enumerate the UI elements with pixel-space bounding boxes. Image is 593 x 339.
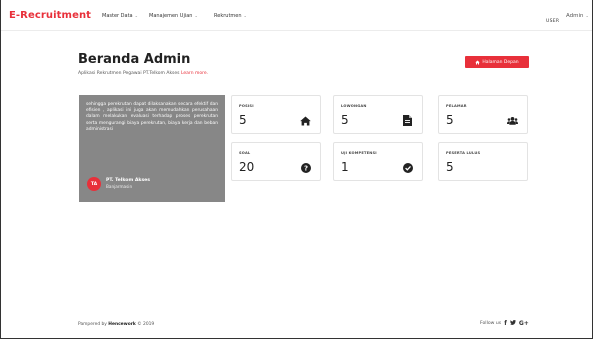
stat-value: 1	[341, 160, 349, 174]
halaman-depan-button[interactable]: Halaman Depan	[465, 56, 529, 68]
info-card-text: sehingga perekrutan dapat dilaksanakan s…	[86, 102, 218, 132]
facebook-icon[interactable]: f	[504, 320, 507, 327]
nav-manajemen-ujian-label: Manajemen Ujian	[149, 13, 193, 19]
home-icon	[475, 60, 481, 64]
document-icon	[402, 115, 413, 126]
page-subtitle-text: Aplikasi Rekrutmen Pegawai PT.Telkom Aks…	[78, 71, 180, 76]
check-circle-icon	[402, 162, 413, 173]
learn-more-link[interactable]: Learn more.	[181, 71, 208, 76]
chevron-down-icon: ⌄	[243, 13, 247, 18]
top-navbar: E-Recruitment Master Data ⌄ Manajemen Uji…	[1, 1, 592, 31]
footer-author-link[interactable]: Hencework	[108, 322, 136, 327]
footer-social: Follow us f G+	[480, 320, 529, 327]
home-icon	[300, 115, 311, 126]
halaman-depan-label: Halaman Depan	[482, 59, 519, 65]
nav-rekrutmen-label: Rekrutmen	[214, 13, 242, 19]
stat-card-pelamar[interactable]: PELAMAR 5	[438, 95, 528, 134]
follow-us-label: Follow us	[480, 321, 502, 326]
user-menu-label: Admin	[566, 13, 584, 19]
stat-label: POSISI	[239, 104, 254, 108]
nav-master-data-label: Master Data	[102, 13, 133, 19]
stat-label: SOAL	[239, 151, 251, 155]
footer-copyright: © 2019	[137, 322, 155, 327]
stat-value: 5	[239, 113, 247, 127]
users-icon	[507, 115, 518, 126]
stat-label: UJI KOMPETENSI	[341, 151, 377, 155]
stat-card-posisi[interactable]: POSISI 5	[231, 95, 321, 134]
stat-label: PESERTA LULUS	[446, 151, 481, 155]
svg-text:?: ?	[303, 164, 307, 172]
stat-label: LOWONGAN	[341, 104, 367, 108]
page-subtitle: Aplikasi Rekrutmen Pegawai PT.Telkom Aks…	[78, 71, 208, 76]
stat-label: PELAMAR	[446, 104, 467, 108]
nav-rekrutmen[interactable]: Rekrutmen ⌄	[214, 13, 247, 19]
brand-logo[interactable]: E-Recruitment	[9, 10, 91, 21]
stat-card-uji-kompetensi[interactable]: UJI KOMPETENSI 1	[333, 142, 423, 181]
user-role-label: USER	[546, 19, 560, 24]
info-card: sehingga perekrutan dapat dilaksanakan s…	[79, 95, 225, 202]
avatar: TA	[87, 177, 101, 191]
chevron-down-icon: ⌄	[194, 13, 198, 18]
stat-card-peserta-lulus[interactable]: PESERTA LULUS 5	[438, 142, 528, 181]
stat-value: 5	[446, 160, 454, 174]
nav-manajemen-ujian[interactable]: Manajemen Ujian ⌄	[149, 13, 198, 19]
stat-value: 20	[239, 160, 255, 174]
chevron-down-icon: ⌄	[134, 13, 138, 18]
footer-pampered-by: Pampered by	[78, 322, 107, 327]
page-title: Beranda Admin	[78, 52, 191, 67]
stat-card-lowongan[interactable]: LOWONGAN 5	[333, 95, 423, 134]
nav-master-data[interactable]: Master Data ⌄	[102, 13, 138, 19]
question-circle-icon: ?	[300, 162, 311, 173]
stat-value: 5	[341, 113, 349, 127]
chevron-down-icon: ⌄	[585, 13, 589, 18]
twitter-icon[interactable]	[509, 320, 516, 327]
org-city: Banjarmasin	[106, 184, 133, 190]
organization-block: TA PT. Telkom Akses Banjarmasin	[87, 177, 150, 191]
user-menu[interactable]: Admin ⌄	[566, 13, 589, 19]
footer-credit: Pampered by Hencework © 2019	[78, 322, 154, 327]
stat-value: 5	[446, 113, 454, 127]
google-plus-icon[interactable]: G+	[519, 320, 529, 327]
stat-card-soal[interactable]: SOAL 20 ?	[231, 142, 321, 181]
